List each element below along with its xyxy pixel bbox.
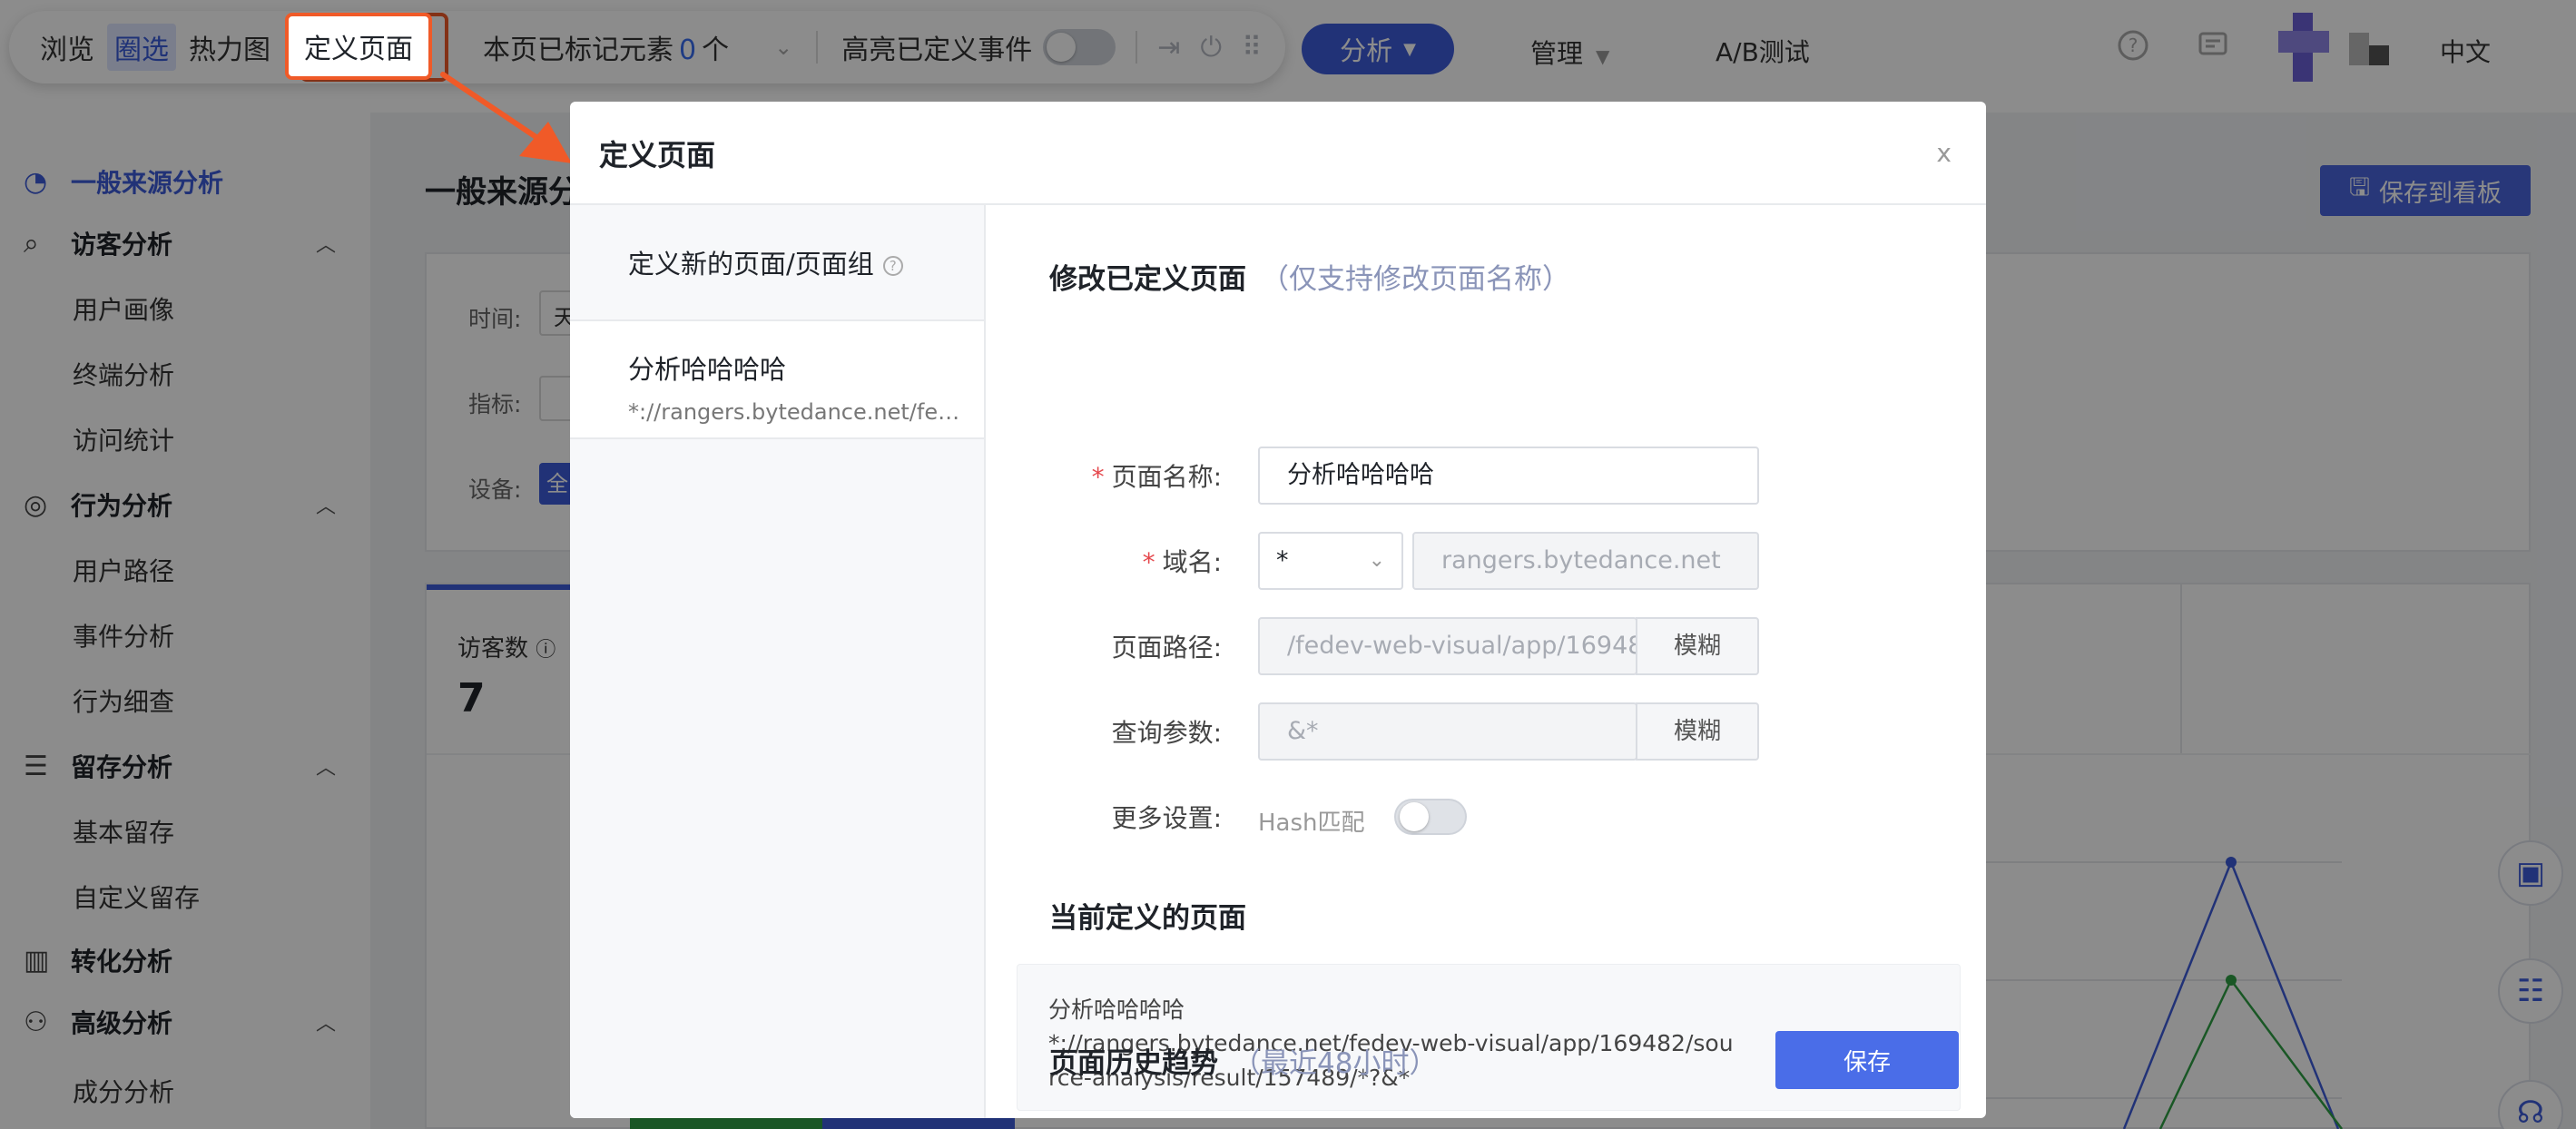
query-label: 查询参数: [1111, 718, 1222, 748]
required-mark: * [1142, 547, 1155, 577]
page-name-label: * 页面名称: [1092, 457, 1222, 494]
modal-title: 定义页面 [599, 138, 716, 172]
hash-match-toggle[interactable] [1394, 799, 1467, 835]
path-fuzzy-addon[interactable]: 模糊 [1636, 617, 1759, 675]
help-icon[interactable]: ? [882, 256, 903, 276]
edit-title: 修改已定义页面 [1049, 263, 1246, 296]
define-new-page-group[interactable]: 定义新的页面/页面组? [570, 205, 984, 321]
domain-scheme-value: * [1276, 546, 1289, 574]
history-trend-title: 页面历史趋势 （最近48小时） [1049, 1040, 1437, 1081]
edit-note: （仅支持修改页面名称） [1261, 263, 1570, 296]
history-note: （最近48小时） [1233, 1047, 1438, 1080]
domain-scheme-select[interactable]: * ⌄ [1258, 532, 1403, 590]
define-page-highlight[interactable]: 定义页面 [285, 13, 432, 80]
modal-header: 定义页面 x [570, 102, 1986, 205]
path-input: /fedev-web-visual/app/169482/source-anal… [1258, 617, 1637, 675]
query-fuzzy-addon[interactable]: 模糊 [1636, 702, 1759, 761]
more-settings-label: 更多设置: [1111, 803, 1222, 833]
annotation-arrow-icon [440, 72, 572, 163]
domain-input: rangers.bytedance.net [1412, 532, 1759, 590]
current-page-name: 分析哈哈哈哈 [1048, 996, 1185, 1023]
list-item-defined-page[interactable]: 分析哈哈哈哈 *://rangers.bytedance.net/fedev-w… [570, 321, 984, 439]
page-list-panel: 定义新的页面/页面组? 分析哈哈哈哈 *://rangers.bytedance… [570, 205, 986, 1118]
edit-section-title: 修改已定义页面 （仅支持修改页面名称） [1049, 256, 1570, 297]
history-title: 页面历史趋势 [1049, 1047, 1218, 1080]
defined-page-name: 分析哈哈哈哈 [628, 354, 787, 385]
defined-page-url: *://rangers.bytedance.net/fedev-web-visu… [628, 399, 964, 425]
domain-label-text: 域名: [1162, 547, 1222, 577]
query-input: &* [1258, 702, 1637, 761]
hash-match-label: Hash匹配 [1258, 810, 1365, 837]
page-name-label-text: 页面名称: [1111, 462, 1222, 492]
path-label: 页面路径: [1111, 633, 1222, 663]
current-page-title: 当前定义的页面 [1049, 902, 1246, 935]
domain-label: * 域名: [1143, 543, 1222, 579]
define-page-modal: 定义页面 x 定义新的页面/页面组? 分析哈哈哈哈 *://rangers.by… [570, 102, 1986, 1118]
define-new-label: 定义新的页面/页面组 [628, 249, 874, 280]
chevron-down-icon: ⌄ [1368, 549, 1385, 572]
save-button[interactable]: 保存 [1775, 1031, 1959, 1089]
close-icon[interactable]: x [1936, 138, 1952, 168]
edit-page-panel: 修改已定义页面 （仅支持修改页面名称） * 页面名称: 分析哈哈哈哈 * 域名: * ⌄… [986, 205, 1986, 1118]
required-mark: * [1091, 462, 1105, 492]
page-name-input[interactable]: 分析哈哈哈哈 [1258, 447, 1759, 505]
